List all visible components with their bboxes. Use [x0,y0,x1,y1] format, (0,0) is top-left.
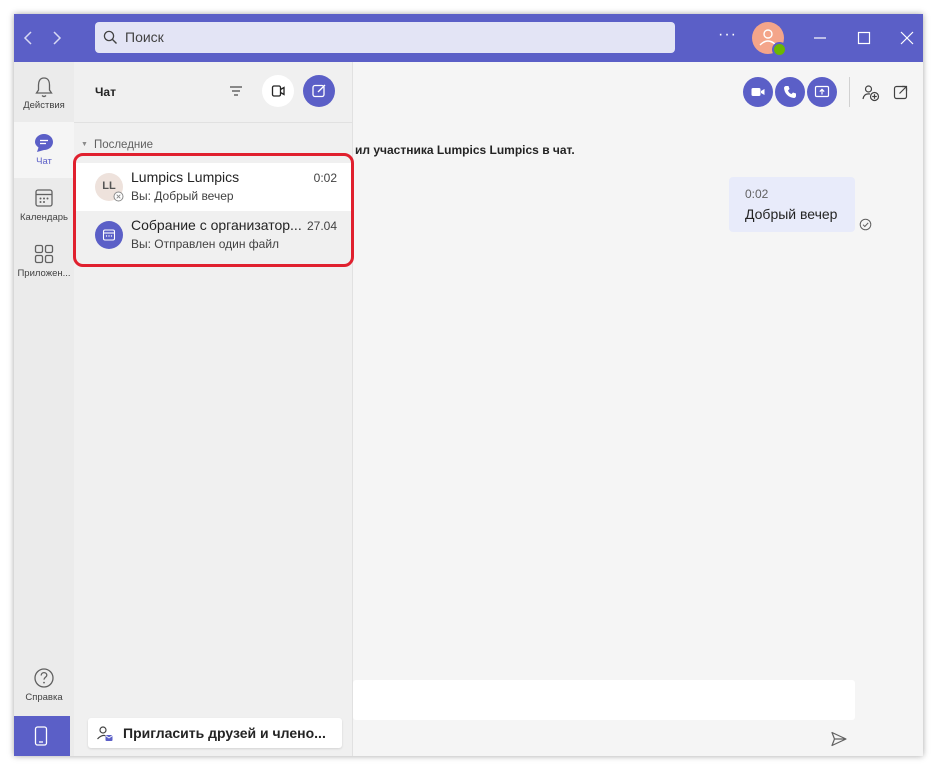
invite-label: Пригласить друзей и члено... [123,725,326,741]
search-placeholder: Поиск [125,29,164,45]
teams-window: Поиск ··· Действия Чат Календарь Приложе… [14,14,923,756]
pop-out-icon[interactable] [893,84,909,100]
more-options-icon[interactable]: ··· [718,26,737,44]
phone-device-icon [34,726,48,746]
maximize-icon[interactable] [854,28,874,48]
chat-list-header: Чат [74,62,352,123]
search-input[interactable]: Поиск [95,22,675,53]
compose-icon [312,84,326,98]
mobile-app-button[interactable] [14,716,70,756]
rail-item-apps[interactable]: Приложен... [14,234,74,290]
search-icon [103,30,117,44]
bell-icon [35,77,53,98]
message-seen-icon [859,218,872,231]
video-meet-icon [271,85,285,97]
rail-item-label: Действия [23,100,65,111]
rail-item-help[interactable]: Справка [14,658,74,714]
audio-call-button[interactable] [775,77,805,107]
new-chat-button[interactable] [303,75,335,107]
presence-available-icon [772,42,787,57]
section-header-recent[interactable]: ▼ Последние [81,139,153,151]
rail-item-chat[interactable]: Чат [14,122,74,178]
invite-button[interactable]: Пригласить друзей и члено... [88,718,342,748]
close-icon[interactable] [897,28,917,48]
phone-icon [784,86,796,98]
user-avatar[interactable] [752,22,787,57]
rail-item-label: Календарь [20,212,68,223]
rail-item-calendar[interactable]: Календарь [14,178,74,234]
forward-arrow-icon[interactable] [46,28,66,48]
add-people-icon[interactable] [862,84,880,102]
chat-icon [35,134,53,152]
message-text: Добрый вечер [745,206,838,222]
rail-item-label: Справка [25,692,63,703]
invite-people-icon [97,726,113,741]
toolbar-divider [849,77,850,107]
caret-down-icon: ▼ [81,141,88,148]
message-composer-input[interactable] [353,680,855,720]
section-label: Последние [93,139,154,151]
message-bubble[interactable]: 0:02 Добрый вечер [729,177,855,232]
back-arrow-icon[interactable] [19,28,39,48]
video-camera-icon [751,88,765,96]
send-icon[interactable] [830,730,848,748]
message-time: 0:02 [745,187,769,201]
calendar-icon [35,189,53,207]
rail-item-activity[interactable]: Действия [14,66,74,122]
help-icon [34,668,54,688]
meet-now-button[interactable] [262,75,294,107]
filter-icon[interactable] [228,83,244,99]
rail-item-label: Приложен... [17,268,71,279]
system-message: ил участника Lumpics Lumpics в чат. [355,143,575,157]
conversation-pane: ил участника Lumpics Lumpics в чат. 0:02… [353,62,923,756]
title-bar: Поиск ··· [14,14,923,62]
rail-item-label: Чат [36,156,52,167]
apps-icon [34,244,54,264]
app-rail: Действия Чат Календарь Приложен... Справ… [14,62,74,756]
page-title: Чат [95,85,116,99]
video-call-button[interactable] [743,77,773,107]
minimize-icon[interactable] [810,28,830,48]
share-screen-button[interactable] [807,77,837,107]
highlight-frame [73,153,354,267]
share-screen-icon [814,85,830,98]
